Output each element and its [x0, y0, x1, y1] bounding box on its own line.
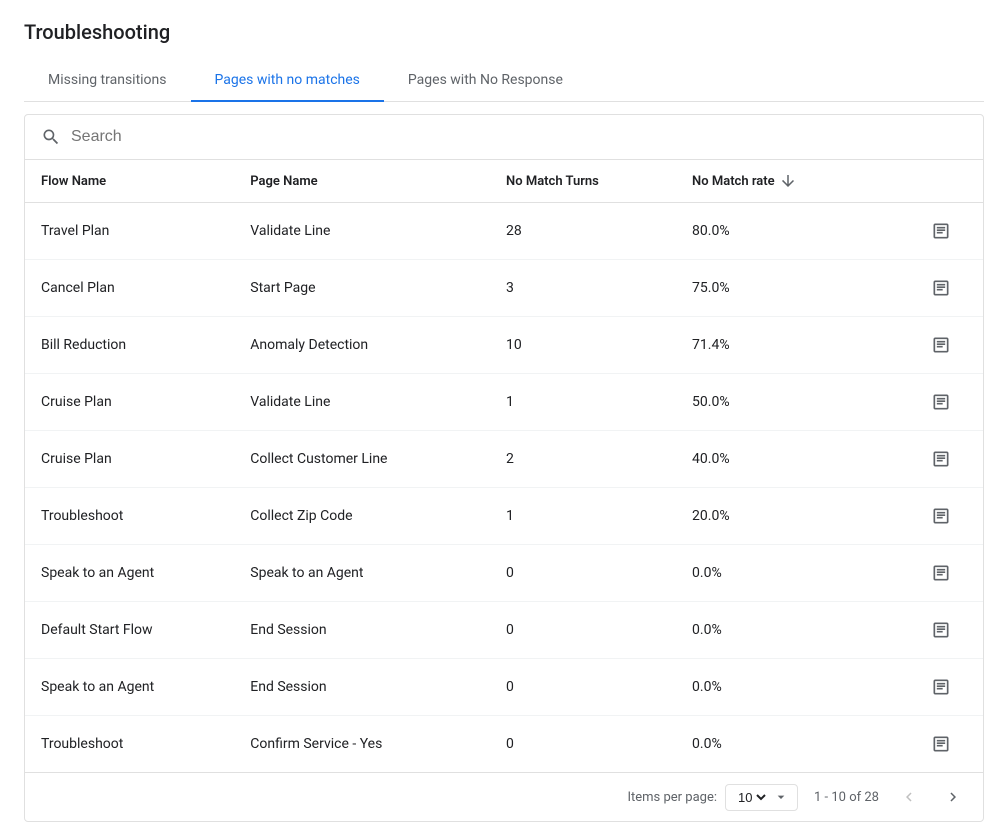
cell-rate-4: 40.0% [676, 431, 909, 488]
table-row: Speak to an Agent Speak to an Agent 0 0.… [25, 545, 983, 602]
col-header-page-name: Page Name [234, 160, 490, 203]
data-table: Flow Name Page Name No Match Turns No Ma… [25, 160, 983, 772]
row-detail-button-8[interactable] [925, 671, 957, 703]
cell-turns-0: 28 [490, 203, 676, 260]
cell-rate-8: 0.0% [676, 659, 909, 716]
table-row: Bill Reduction Anomaly Detection 10 71.4… [25, 317, 983, 374]
cell-flow-5: Troubleshoot [25, 488, 234, 545]
cell-page-3: Validate Line [234, 374, 490, 431]
search-bar [25, 115, 983, 160]
cell-rate-5: 20.0% [676, 488, 909, 545]
cell-action-9 [909, 716, 983, 773]
cell-page-2: Anomaly Detection [234, 317, 490, 374]
cell-page-1: Start Page [234, 260, 490, 317]
table-row: Default Start Flow End Session 0 0.0% [25, 602, 983, 659]
tab-missing-transitions[interactable]: Missing transitions [24, 60, 191, 102]
cell-action-8 [909, 659, 983, 716]
cell-action-0 [909, 203, 983, 260]
cell-turns-1: 3 [490, 260, 676, 317]
items-per-page-select-wrap[interactable]: 10 25 50 [725, 784, 798, 811]
cell-flow-6: Speak to an Agent [25, 545, 234, 602]
col-header-action [909, 160, 983, 203]
prev-page-button[interactable] [895, 783, 923, 811]
col-header-flow-name: Flow Name [25, 160, 234, 203]
table-row: Speak to an Agent End Session 0 0.0% [25, 659, 983, 716]
row-detail-button-2[interactable] [925, 329, 957, 361]
cell-page-9: Confirm Service - Yes [234, 716, 490, 773]
cell-action-3 [909, 374, 983, 431]
table-row: Troubleshoot Confirm Service - Yes 0 0.0… [25, 716, 983, 773]
cell-flow-2: Bill Reduction [25, 317, 234, 374]
cell-flow-8: Speak to an Agent [25, 659, 234, 716]
row-detail-button-7[interactable] [925, 614, 957, 646]
cell-flow-3: Cruise Plan [25, 374, 234, 431]
cell-flow-9: Troubleshoot [25, 716, 234, 773]
table-row: Cruise Plan Collect Customer Line 2 40.0… [25, 431, 983, 488]
table-body: Travel Plan Validate Line 28 80.0% Cance… [25, 203, 983, 773]
cell-rate-3: 50.0% [676, 374, 909, 431]
cell-action-1 [909, 260, 983, 317]
cell-page-4: Collect Customer Line [234, 431, 490, 488]
cell-action-2 [909, 317, 983, 374]
cell-page-6: Speak to an Agent [234, 545, 490, 602]
cell-action-4 [909, 431, 983, 488]
page-info: 1 - 10 of 28 [814, 790, 879, 805]
cell-turns-9: 0 [490, 716, 676, 773]
cell-rate-7: 0.0% [676, 602, 909, 659]
content-box: Flow Name Page Name No Match Turns No Ma… [24, 114, 984, 822]
page-title: Troubleshooting [24, 20, 984, 44]
cell-turns-5: 1 [490, 488, 676, 545]
cell-turns-3: 1 [490, 374, 676, 431]
search-input[interactable] [71, 128, 967, 146]
cell-page-0: Validate Line [234, 203, 490, 260]
search-icon [41, 127, 61, 147]
col-header-no-match-turns: No Match Turns [490, 160, 676, 203]
items-per-page-select[interactable]: 10 25 50 [734, 789, 769, 806]
next-page-button[interactable] [939, 783, 967, 811]
table-row: Cancel Plan Start Page 3 75.0% [25, 260, 983, 317]
cell-action-7 [909, 602, 983, 659]
cell-rate-0: 80.0% [676, 203, 909, 260]
cell-flow-4: Cruise Plan [25, 431, 234, 488]
table-row: Troubleshoot Collect Zip Code 1 20.0% [25, 488, 983, 545]
row-detail-button-0[interactable] [925, 215, 957, 247]
cell-turns-8: 0 [490, 659, 676, 716]
cell-action-6 [909, 545, 983, 602]
cell-page-7: End Session [234, 602, 490, 659]
cell-turns-2: 10 [490, 317, 676, 374]
row-detail-button-1[interactable] [925, 272, 957, 304]
cell-turns-7: 0 [490, 602, 676, 659]
cell-turns-4: 2 [490, 431, 676, 488]
cell-flow-7: Default Start Flow [25, 602, 234, 659]
cell-rate-1: 75.0% [676, 260, 909, 317]
row-detail-button-3[interactable] [925, 386, 957, 418]
table-header-row: Flow Name Page Name No Match Turns No Ma… [25, 160, 983, 203]
tabs-container: Missing transitions Pages with no matche… [24, 60, 984, 102]
cell-flow-1: Cancel Plan [25, 260, 234, 317]
col-header-no-match-rate[interactable]: No Match rate [676, 160, 909, 203]
items-per-page-control: Items per page: 10 25 50 [627, 784, 798, 811]
table-row: Cruise Plan Validate Line 1 50.0% [25, 374, 983, 431]
cell-rate-2: 71.4% [676, 317, 909, 374]
cell-rate-9: 0.0% [676, 716, 909, 773]
cell-rate-6: 0.0% [676, 545, 909, 602]
row-detail-button-5[interactable] [925, 500, 957, 532]
table-footer: Items per page: 10 25 50 1 - 10 of 28 [25, 772, 983, 821]
tab-pages-no-response[interactable]: Pages with No Response [384, 60, 587, 102]
table-row: Travel Plan Validate Line 28 80.0% [25, 203, 983, 260]
cell-turns-6: 0 [490, 545, 676, 602]
tab-pages-no-matches[interactable]: Pages with no matches [191, 60, 384, 102]
cell-page-5: Collect Zip Code [234, 488, 490, 545]
items-per-page-label: Items per page: [627, 790, 717, 805]
page-container: Troubleshooting Missing transitions Page… [0, 0, 1008, 822]
cell-flow-0: Travel Plan [25, 203, 234, 260]
cell-action-5 [909, 488, 983, 545]
row-detail-button-6[interactable] [925, 557, 957, 589]
cell-page-8: End Session [234, 659, 490, 716]
row-detail-button-9[interactable] [925, 728, 957, 760]
row-detail-button-4[interactable] [925, 443, 957, 475]
